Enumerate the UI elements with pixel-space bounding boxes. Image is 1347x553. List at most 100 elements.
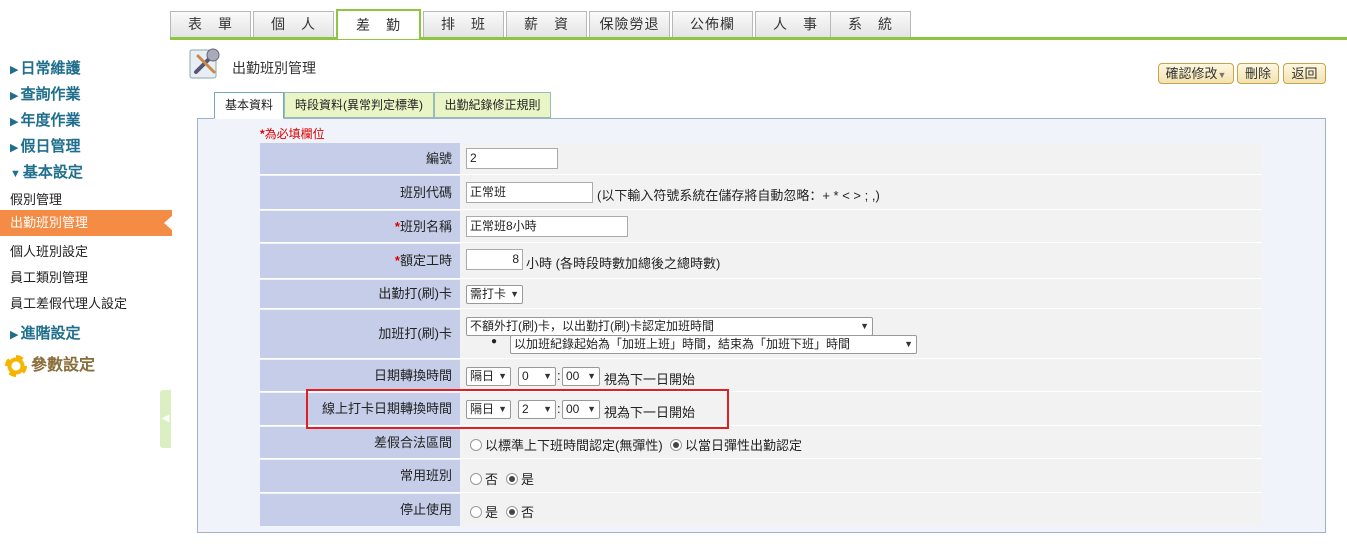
- tab-scheduling[interactable]: 排 班: [423, 11, 504, 37]
- date-switch-suffix: 視為下一日開始: [604, 372, 696, 387]
- common-option-no[interactable]: 否: [470, 469, 498, 488]
- disable-option-no[interactable]: 否: [506, 502, 534, 521]
- radio-selected-icon[interactable]: [506, 506, 518, 518]
- tab-bulletin[interactable]: 公佈欄: [672, 11, 753, 37]
- tab-payroll[interactable]: 薪 資: [506, 11, 587, 37]
- overtime-cell: 不額外打(刷)卡，以出勤打(刷)卡認定加班時間 ● 以加班紀錄起始為「加班上班」…: [460, 310, 1262, 358]
- radio-icon[interactable]: [470, 439, 482, 451]
- date-switch-hour-select[interactable]: 0: [518, 367, 556, 386]
- overtime-sub-select[interactable]: 以加班紀錄起始為「加班上班」時間，結束為「加班下班」時間: [510, 335, 917, 354]
- online-switch-cell: 隔日 2 : 00 視為下一日開始: [460, 393, 1262, 425]
- id-field[interactable]: 2: [466, 148, 558, 169]
- sidebar-annual-label: 年度作業: [20, 112, 81, 129]
- disable-label: 停止使用: [260, 494, 460, 526]
- tools-icon: [189, 48, 220, 79]
- hours-field[interactable]: 8: [466, 249, 523, 270]
- overtime-label: 加班打(刷)卡: [260, 310, 460, 358]
- form-row-id: 編號 2: [260, 143, 1262, 175]
- leave-opt2-label: 以當日彈性出勤認定: [685, 438, 803, 453]
- name-label: 班別名稱: [399, 219, 452, 234]
- triangle-right-icon: ▶: [10, 116, 19, 128]
- sidebar-query-label: 查詢作業: [20, 86, 81, 103]
- time-colon: :: [557, 401, 561, 416]
- leave-range-option-standard[interactable]: 以標準上下班時間認定(無彈性): [470, 435, 663, 454]
- tab-system[interactable]: 系 統: [830, 11, 911, 37]
- common-yes-label: 是: [521, 472, 535, 487]
- sidebar-item-leave-proxy[interactable]: 員工差假代理人設定: [10, 293, 127, 312]
- common-cell: 否 是: [460, 460, 1262, 492]
- online-switch-label: 線上打卡日期轉換時間: [260, 393, 460, 425]
- required-note: *為必填欄位: [260, 127, 325, 141]
- required-note-text: 為必填欄位: [264, 127, 325, 141]
- form-row-date-switch: 日期轉換時間 隔日 0 : 00 視為下一日開始: [260, 360, 1262, 392]
- form-row-hours: *額定工時 8 小時 (各時段時數加總後之總時數): [260, 244, 1262, 279]
- common-option-yes[interactable]: 是: [506, 469, 534, 488]
- clock-label: 出勤打(刷)卡: [260, 280, 460, 308]
- sidebar-holiday-label: 假日管理: [20, 138, 81, 155]
- sidebar-item-leave-types[interactable]: 假別管理: [10, 189, 62, 208]
- disable-cell: 是 否: [460, 494, 1262, 526]
- date-switch-cell: 隔日 0 : 00 視為下一日開始: [460, 360, 1262, 391]
- form-row-overtime: 加班打(刷)卡 不額外打(刷)卡，以出勤打(刷)卡認定加班時間 ● 以加班紀錄起…: [260, 310, 1262, 359]
- date-switch-day-select[interactable]: 隔日: [466, 367, 512, 386]
- sidebar-params-label: 參數設定: [31, 357, 96, 374]
- tab-personal[interactable]: 個 人: [253, 11, 334, 37]
- overtime-select[interactable]: 不額外打(刷)卡，以出勤打(刷)卡認定加班時間: [466, 317, 873, 336]
- code-hint: (以下輸入符號系統在儲存將自動忽略：+ * < > ; ,): [597, 188, 880, 203]
- hours-label: 額定工時: [399, 253, 452, 268]
- delete-button[interactable]: 刪除: [1237, 63, 1279, 84]
- clock-cell: 需打卡: [460, 280, 1262, 308]
- name-field[interactable]: 正常班8小時: [466, 216, 628, 237]
- online-switch-day-select[interactable]: 隔日: [466, 400, 512, 419]
- confirm-edit-label: 確認修改: [1165, 66, 1218, 81]
- back-button[interactable]: 返回: [1283, 63, 1326, 84]
- sidebar-item-employee-category[interactable]: 員工類別管理: [10, 267, 88, 286]
- time-colon: :: [557, 368, 561, 383]
- radio-icon[interactable]: [470, 506, 482, 518]
- disable-option-yes[interactable]: 是: [470, 502, 498, 521]
- sidebar-advanced[interactable]: ▶ 進階設定: [10, 322, 80, 343]
- sidebar-daily[interactable]: ▶ 日常維護: [10, 57, 80, 78]
- hours-unit: 小時 (各時段時數加總後之總時數): [526, 256, 721, 271]
- sidebar-params[interactable]: 參數設定: [5, 351, 95, 377]
- confirm-edit-button[interactable]: 確認修改▼: [1158, 63, 1234, 84]
- radio-selected-icon[interactable]: [506, 473, 518, 485]
- tab-period-data[interactable]: 時段資料(異常判定標準): [284, 92, 434, 118]
- id-label: 編號: [260, 143, 460, 174]
- code-cell: 正常班 (以下輸入符號系統在儲存將自動忽略：+ * < > ; ,): [460, 176, 1262, 209]
- common-label: 常用班別: [260, 460, 460, 492]
- sidebar-holiday[interactable]: ▶ 假日管理: [10, 135, 80, 156]
- tab-correction-rules[interactable]: 出勤紀錄修正規則: [434, 92, 551, 118]
- tab-attendance[interactable]: 差 勤: [336, 9, 421, 39]
- triangle-right-icon: ▶: [10, 329, 19, 341]
- tab-forms[interactable]: 表 單: [170, 11, 251, 37]
- gear-icon: [5, 354, 27, 377]
- collapse-sidebar-handle[interactable]: ◀: [160, 390, 171, 448]
- radio-selected-icon[interactable]: [670, 439, 682, 451]
- top-nav: 表 單 個 人 差 勤 排 班 薪 資 保險勞退 公佈欄 人 事 系 統: [0, 0, 1347, 40]
- form-row-common: 常用班別 否 是: [260, 460, 1262, 493]
- sidebar-basic[interactable]: ▼ 基本設定: [10, 161, 83, 182]
- tab-insurance[interactable]: 保險勞退: [589, 11, 670, 37]
- sidebar-item-shift-management[interactable]: 出勤班別管理: [0, 210, 173, 236]
- form-row-online-switch: 線上打卡日期轉換時間 隔日 2 : 00 視為下一日開始: [260, 393, 1262, 426]
- form-row-name: *班別名稱 正常班8小時: [260, 211, 1262, 243]
- tab-basic-info[interactable]: 基本資料: [214, 92, 284, 119]
- date-switch-min-select[interactable]: 00: [562, 367, 600, 386]
- online-switch-min-select[interactable]: 00: [562, 400, 600, 419]
- tab-hr[interactable]: 人 事: [755, 11, 836, 37]
- leave-range-label: 差假合法區間: [260, 427, 460, 458]
- sidebar-query[interactable]: ▶ 查詢作業: [10, 83, 80, 104]
- triangle-right-icon: ▶: [10, 64, 19, 76]
- leave-range-option-flexible[interactable]: 以當日彈性出勤認定: [670, 435, 802, 454]
- leave-range-cell: 以標準上下班時間認定(無彈性) 以當日彈性出勤認定: [460, 427, 1262, 458]
- form-row-leave-range: 差假合法區間 以標準上下班時間認定(無彈性) 以當日彈性出勤認定: [260, 427, 1262, 459]
- triangle-right-icon: ▶: [10, 90, 19, 102]
- name-label-cell: *班別名稱: [260, 211, 460, 242]
- sidebar-annual[interactable]: ▶ 年度作業: [10, 109, 80, 130]
- code-field[interactable]: 正常班: [466, 182, 593, 203]
- radio-icon[interactable]: [470, 473, 482, 485]
- online-switch-hour-select[interactable]: 2: [518, 400, 556, 419]
- clock-select[interactable]: 需打卡: [466, 285, 524, 304]
- sidebar-item-personal-shift[interactable]: 個人班別設定: [10, 241, 88, 260]
